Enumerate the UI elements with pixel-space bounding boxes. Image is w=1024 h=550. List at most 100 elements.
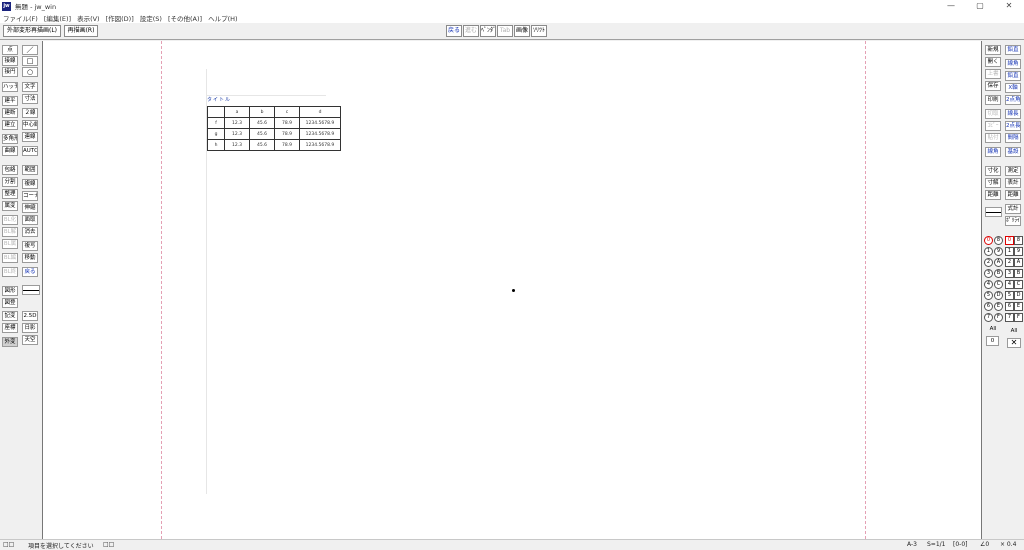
layer-e[interactable]: E: [1014, 302, 1023, 311]
menu-help[interactable]: ヘルプ(H): [205, 13, 240, 23]
tool-shadow[interactable]: 日影: [22, 323, 38, 333]
dimension-explode-button[interactable]: 寸解: [985, 178, 1001, 188]
tool-envelope[interactable]: 包絡: [2, 165, 18, 175]
tool-block-end[interactable]: BL終: [2, 267, 18, 277]
polyline-button[interactable]: ﾎﾟﾘﾗｲﾝ: [1005, 216, 1021, 226]
layer-group-6[interactable]: 6: [984, 302, 993, 311]
measure-button[interactable]: 測定: [1005, 166, 1021, 176]
redraw-button[interactable]: 再描画(R): [64, 25, 98, 37]
menu-edit[interactable]: [編集(E)]: [41, 13, 74, 23]
dimension-convert-button[interactable]: 寸化: [985, 166, 1001, 176]
layer-3[interactable]: 3: [1005, 269, 1014, 278]
tool-connect-line[interactable]: 連線: [22, 132, 38, 142]
tool-block-create[interactable]: BL化: [2, 215, 18, 225]
tool-center-line[interactable]: 中心線: [22, 120, 38, 130]
tool-text[interactable]: 文字: [22, 82, 38, 92]
distance-button[interactable]: 距離: [985, 190, 1001, 200]
layer-7[interactable]: 7: [1005, 313, 1014, 322]
tool-double-line[interactable]: ２線: [22, 108, 38, 118]
two-point-angle-button[interactable]: 2点角: [1005, 95, 1021, 105]
layer-group-f[interactable]: F: [994, 313, 1003, 322]
tool-shape[interactable]: 図形: [2, 286, 18, 296]
minimize-button[interactable]: —: [936, 0, 966, 12]
tool-tangent-circle[interactable]: 接円: [2, 67, 18, 77]
all-layers-button[interactable]: All: [1006, 327, 1022, 337]
line-length-button[interactable]: 線長: [1005, 109, 1021, 119]
redo-button[interactable]: 進む: [463, 25, 479, 37]
layer-b[interactable]: B: [1014, 269, 1023, 278]
layer-6[interactable]: 6: [1005, 302, 1014, 311]
tool-attribute-change[interactable]: 属変: [2, 201, 18, 211]
tool-building-elevation[interactable]: 建立: [2, 120, 18, 130]
line-attribute-selector[interactable]: [985, 207, 1002, 217]
layer-group-2[interactable]: 2: [984, 258, 993, 267]
tool-stretch[interactable]: 伸縮: [22, 203, 38, 213]
layer-group-9[interactable]: 9: [994, 247, 1003, 256]
layer-2[interactable]: 2: [1005, 258, 1014, 267]
line-angle-right-button[interactable]: 線角: [1005, 59, 1021, 69]
layer-group-0[interactable]: 0: [984, 236, 993, 245]
layer-group-c[interactable]: C: [994, 280, 1003, 289]
layer-1[interactable]: 1: [1005, 247, 1014, 256]
print-button[interactable]: 印刷: [985, 95, 1001, 105]
layer-status-button[interactable]: [0-0]: [953, 541, 967, 548]
pen-button[interactable]: ﾍﾟﾝﾀﾞ: [480, 25, 496, 37]
paper-size-button[interactable]: A-3: [907, 541, 917, 548]
x-axis-button[interactable]: X軸: [1005, 83, 1021, 93]
tool-chamfer[interactable]: 面取: [22, 215, 38, 225]
external-redraw-button[interactable]: 外部変形再描画(L): [3, 25, 61, 37]
formula-calc-button[interactable]: 式計: [1005, 204, 1021, 214]
menu-draw[interactable]: [作図(D)]: [103, 13, 137, 23]
menu-settings[interactable]: 設定(S): [137, 13, 165, 23]
file-open-button[interactable]: 開く: [985, 57, 1001, 67]
tool-external-transform[interactable]: 外変: [2, 337, 18, 347]
distance-right-button[interactable]: 距離: [1005, 190, 1021, 200]
tool-range[interactable]: 範囲: [22, 165, 38, 175]
undo-button[interactable]: 戻る: [446, 25, 462, 37]
tool-block-explode[interactable]: BL解: [2, 227, 18, 237]
file-save-button[interactable]: 保存: [985, 81, 1001, 91]
tool-copy[interactable]: 複写: [22, 241, 38, 251]
tool-symbol-change[interactable]: 記変: [2, 311, 18, 321]
menu-file[interactable]: ファイル(F): [0, 13, 41, 23]
layer-5[interactable]: 5: [1005, 291, 1014, 300]
line-angle-button[interactable]: 線角: [985, 147, 1001, 157]
layer-group-b[interactable]: B: [994, 269, 1003, 278]
tool-point[interactable]: 点: [2, 45, 18, 55]
menu-other[interactable]: [その他(A)]: [165, 13, 205, 23]
tool-building-section[interactable]: 建断: [2, 108, 18, 118]
angle-button[interactable]: ∠0: [980, 541, 989, 548]
layer-group-e[interactable]: E: [994, 302, 1003, 311]
layer-group-8[interactable]: 8: [994, 236, 1003, 245]
zoom-factor-button[interactable]: × 0.4: [1000, 541, 1016, 548]
tool-polygon[interactable]: 多角形: [2, 134, 18, 144]
file-new-button[interactable]: 新規: [985, 45, 1001, 55]
tool-shape-register[interactable]: 図登: [2, 298, 18, 308]
menu-view[interactable]: 表示(V): [74, 13, 103, 23]
layer-c[interactable]: C: [1014, 280, 1023, 289]
tool-divide[interactable]: 分割: [2, 177, 18, 187]
drawn-table[interactable]: a b c d f 12.3 45.6 78.9 1234.5678.9 g 1…: [207, 106, 341, 151]
tool-sky[interactable]: 天空: [22, 335, 38, 345]
tool-offset[interactable]: 複線: [22, 179, 38, 189]
tool-auto[interactable]: AUTO: [22, 146, 38, 156]
all-layer-groups-button[interactable]: All: [985, 325, 1001, 335]
plumb-button[interactable]: 鉛直: [1005, 71, 1021, 81]
maximize-button[interactable]: ▢: [965, 0, 995, 12]
tool-circle[interactable]: ○: [22, 67, 38, 77]
layer-9[interactable]: 9: [1014, 247, 1023, 256]
copy-button[interactable]: ｺﾋﾟｰ: [985, 121, 1001, 131]
tool-hatch[interactable]: ハッチ: [2, 82, 18, 92]
tool-corner[interactable]: コーナー: [22, 191, 38, 201]
tool-block-edit[interactable]: BL編: [2, 253, 18, 263]
layer-d[interactable]: D: [1014, 291, 1023, 300]
tool-curve[interactable]: 曲線: [2, 146, 18, 156]
vertical-button[interactable]: 鉛直: [1005, 45, 1021, 55]
two-point-length-button[interactable]: 2点長: [1005, 121, 1021, 131]
tool-dimension[interactable]: 寸法: [22, 94, 38, 104]
layer-0[interactable]: 0: [1005, 236, 1014, 245]
tool-building-plan[interactable]: 建平: [2, 96, 18, 106]
paste-button[interactable]: 貼付: [985, 133, 1001, 143]
tool-block-attribute[interactable]: BL属: [2, 239, 18, 249]
tool-arrange[interactable]: 整理: [2, 189, 18, 199]
